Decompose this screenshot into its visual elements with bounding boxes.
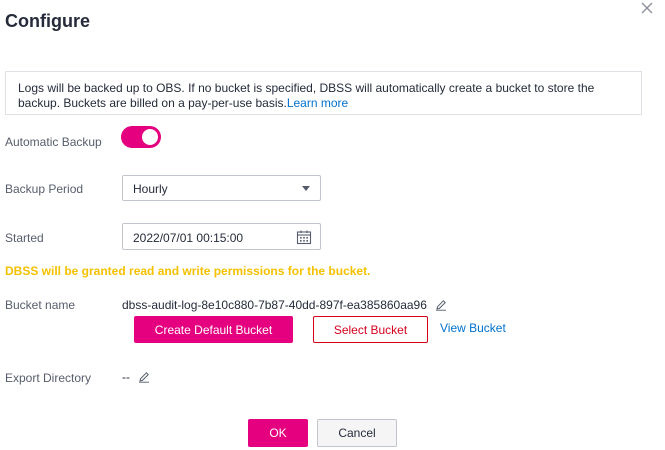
automatic-backup-toggle[interactable] <box>121 126 161 148</box>
ok-button[interactable]: OK <box>248 419 308 447</box>
backup-period-label: Backup Period <box>5 182 84 196</box>
backup-period-select[interactable]: Hourly <box>122 175 321 201</box>
started-date-value: 2022/07/01 00:15:00 <box>133 231 244 245</box>
permission-warning: DBSS will be granted read and write perm… <box>5 264 371 278</box>
backup-period-value: Hourly <box>133 182 168 196</box>
edit-bucket-icon[interactable] <box>435 298 447 311</box>
export-directory-label: Export Directory <box>5 371 92 385</box>
edit-export-directory-icon[interactable] <box>138 370 150 383</box>
dialog-title: Configure <box>5 11 90 31</box>
close-icon[interactable] <box>639 0 655 16</box>
info-banner: Logs will be backed up to OBS. If no buc… <box>5 71 642 115</box>
chevron-down-icon <box>302 186 310 191</box>
select-bucket-button[interactable]: Select Bucket <box>313 316 428 343</box>
toggle-knob <box>142 129 158 145</box>
create-default-bucket-button[interactable]: Create Default Bucket <box>134 316 293 343</box>
learn-more-link[interactable]: Learn more <box>287 96 348 110</box>
bucket-name-label: Bucket name <box>5 298 76 312</box>
automatic-backup-label: Automatic Backup <box>5 135 102 149</box>
bucket-name-value: dbss-audit-log-8e10c880-7b87-40dd-897f-e… <box>122 298 427 312</box>
export-directory-value: -- <box>122 370 130 384</box>
started-date-input[interactable]: 2022/07/01 00:15:00 <box>122 223 321 250</box>
calendar-icon[interactable] <box>296 229 312 245</box>
started-label: Started <box>5 231 44 245</box>
cancel-button[interactable]: Cancel <box>317 419 397 447</box>
view-bucket-link[interactable]: View Bucket <box>440 321 506 335</box>
